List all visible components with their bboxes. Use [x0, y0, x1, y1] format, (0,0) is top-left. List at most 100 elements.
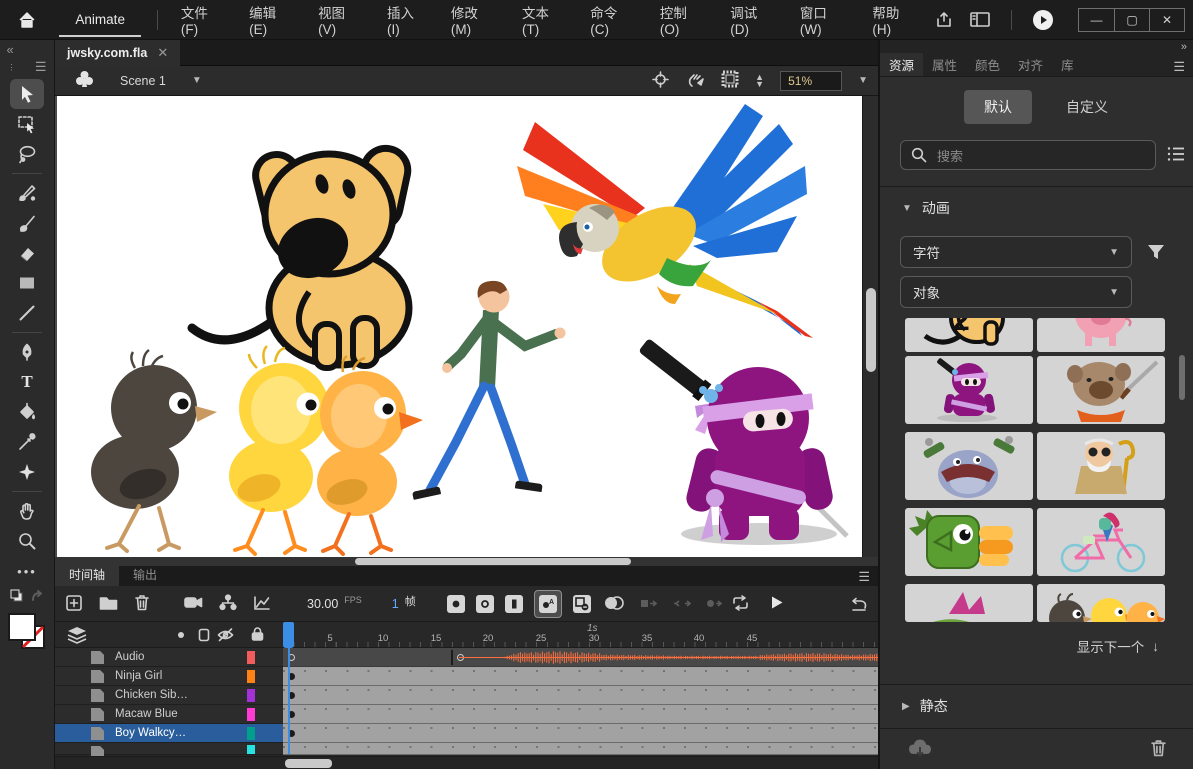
- menu-item-insert[interactable]: 插入(I): [374, 0, 438, 40]
- layer-color-swatch[interactable]: [247, 708, 255, 721]
- hide-all-eye-icon[interactable]: [217, 627, 234, 645]
- layer-row-partial[interactable]: [55, 743, 283, 755]
- menu-item-view[interactable]: 视图(V): [305, 0, 374, 40]
- tab-properties[interactable]: 属性: [923, 53, 966, 76]
- default-colors-icon[interactable]: [9, 588, 24, 606]
- remove-frames-icon[interactable]: [573, 595, 591, 613]
- tab-color[interactable]: 颜色: [966, 53, 1009, 76]
- expand-panel-icon[interactable]: »: [1181, 41, 1185, 53]
- fluid-brush-tool[interactable]: [10, 178, 44, 208]
- zoom-input[interactable]: 51%: [780, 71, 842, 91]
- layers-stack-icon[interactable]: [67, 626, 87, 647]
- track-partial[interactable]: [283, 743, 878, 755]
- insert-blank-keyframe-icon[interactable]: [476, 595, 494, 613]
- layer-row-boy-walkcycle[interactable]: Boy Walkcy…: [55, 724, 283, 743]
- scene-chevron-down-icon[interactable]: ▼: [192, 75, 202, 86]
- clip-content-icon[interactable]: [685, 70, 705, 91]
- lock-all-icon[interactable]: [251, 627, 264, 644]
- auto-keyframe-toggle[interactable]: A: [534, 590, 562, 618]
- play-button[interactable]: [770, 595, 784, 613]
- outline-column-icon[interactable]: [198, 628, 210, 645]
- create-shape-tween-icon[interactable]: [706, 596, 724, 613]
- filter-funnel-icon[interactable]: [1146, 242, 1166, 265]
- selection-tool[interactable]: [10, 79, 44, 109]
- tab-library[interactable]: 库: [1052, 53, 1083, 76]
- layer-color-swatch[interactable]: [247, 745, 255, 754]
- layer-row-ninja-girl[interactable]: Ninja Girl: [55, 667, 283, 686]
- list-view-icon[interactable]: [1166, 144, 1186, 167]
- tab-close-icon[interactable]: ✕: [157, 45, 168, 61]
- create-classic-tween-icon[interactable]: [673, 596, 691, 613]
- swap-colors-icon[interactable]: [30, 589, 46, 606]
- stage[interactable]: [57, 96, 862, 557]
- timeline-ruler[interactable]: 5 10 15 20 25 30 35 40 45 1s: [283, 622, 878, 648]
- home-icon[interactable]: [0, 10, 53, 30]
- tab-output[interactable]: 输出: [119, 563, 171, 586]
- insert-keyframe-icon[interactable]: [447, 595, 465, 613]
- insert-frame-icon[interactable]: [505, 595, 523, 613]
- asset-thumb-dog-partial[interactable]: 2: [905, 318, 1033, 352]
- fps-value[interactable]: 30.00: [307, 597, 338, 611]
- asset-thumb-chicks-partial[interactable]: [1037, 584, 1165, 622]
- line-tool[interactable]: [10, 298, 44, 328]
- track-ninja-girl[interactable]: [283, 667, 878, 686]
- pen-tool[interactable]: [10, 337, 44, 367]
- new-layer-icon[interactable]: [65, 594, 83, 615]
- zoom-stepper[interactable]: ▲▼: [755, 74, 764, 88]
- create-motion-tween-icon[interactable]: [640, 596, 658, 613]
- layer-color-swatch[interactable]: [247, 670, 255, 683]
- asset-thumb-dragon-partial[interactable]: [905, 584, 1033, 622]
- eraser-tool[interactable]: [10, 238, 44, 268]
- text-tool[interactable]: T: [10, 367, 44, 397]
- camera-icon[interactable]: [184, 595, 203, 613]
- stage-border-icon[interactable]: [721, 70, 739, 91]
- section-static[interactable]: ▶ 静态: [902, 696, 948, 716]
- track-macaw-blue[interactable]: [283, 705, 878, 724]
- delete-asset-trash-icon[interactable]: [1150, 739, 1167, 760]
- collapse-panel-icon[interactable]: «: [7, 42, 14, 57]
- assets-scroll-thumb[interactable]: [1179, 355, 1185, 400]
- asset-thumb-koala-sword[interactable]: [1037, 356, 1165, 424]
- eyedropper-tool[interactable]: [10, 427, 44, 457]
- asset-thumb-old-man[interactable]: [1037, 432, 1165, 500]
- menu-item-debug[interactable]: 调试(D): [717, 0, 787, 40]
- fill-stroke-swatches[interactable]: [7, 612, 47, 652]
- menu-item-edit[interactable]: 编辑(E): [236, 0, 305, 40]
- close-button[interactable]: ✕: [1149, 9, 1184, 31]
- highlight-column-icon[interactable]: [178, 632, 184, 638]
- type-dropdown[interactable]: 字符 ▼: [900, 236, 1132, 268]
- hand-tool[interactable]: [10, 496, 44, 526]
- timeline-horizontal-scrollbar[interactable]: [55, 756, 878, 769]
- quick-share-play-icon[interactable]: [1028, 6, 1058, 34]
- toolbar-menu-icon[interactable]: ☰: [35, 59, 47, 75]
- document-tab[interactable]: jwsky.com.fla ✕: [55, 40, 180, 66]
- tab-align[interactable]: 对齐: [1009, 53, 1052, 76]
- mode-custom-button[interactable]: 自定义: [1048, 90, 1126, 124]
- asset-thumb-pig-partial[interactable]: [1037, 318, 1165, 352]
- show-next-link[interactable]: 显示下一个 ↓: [1077, 636, 1159, 656]
- layer-color-swatch[interactable]: [247, 727, 255, 740]
- track-chicken-siblings[interactable]: [283, 686, 878, 705]
- track-boy-walkcycle[interactable]: [283, 724, 878, 743]
- tab-assets[interactable]: 资源: [880, 53, 923, 76]
- minimize-button[interactable]: —: [1079, 9, 1114, 31]
- search-input[interactable]: 搜索: [900, 140, 1156, 170]
- zoom-tool[interactable]: [10, 526, 44, 556]
- menu-item-control[interactable]: 控制(O): [647, 0, 717, 40]
- layer-row-chicken-siblings[interactable]: Chicken Sib…: [55, 686, 283, 705]
- canvas-horizontal-scrollbar[interactable]: [55, 557, 878, 566]
- loop-playback-icon[interactable]: [731, 595, 750, 614]
- layer-row-macaw-blue[interactable]: Macaw Blue: [55, 705, 283, 724]
- layer-color-swatch[interactable]: [247, 651, 255, 664]
- workspace-icon[interactable]: [965, 6, 995, 34]
- section-animated[interactable]: ▼ 动画: [902, 198, 950, 218]
- asset-thumb-cube-bird[interactable]: [905, 508, 1033, 576]
- zoom-chevron-down-icon[interactable]: ▼: [858, 75, 868, 86]
- menu-item-window[interactable]: 窗口(W): [787, 0, 860, 40]
- symbol-clover-icon[interactable]: [75, 70, 94, 92]
- layer-row-audio[interactable]: Audio: [55, 648, 283, 667]
- tab-timeline[interactable]: 时间轴: [55, 563, 119, 586]
- subselection-tool[interactable]: [10, 109, 44, 139]
- drag-handle[interactable]: ⋮: [8, 63, 17, 72]
- return-to-start-icon[interactable]: [850, 586, 868, 622]
